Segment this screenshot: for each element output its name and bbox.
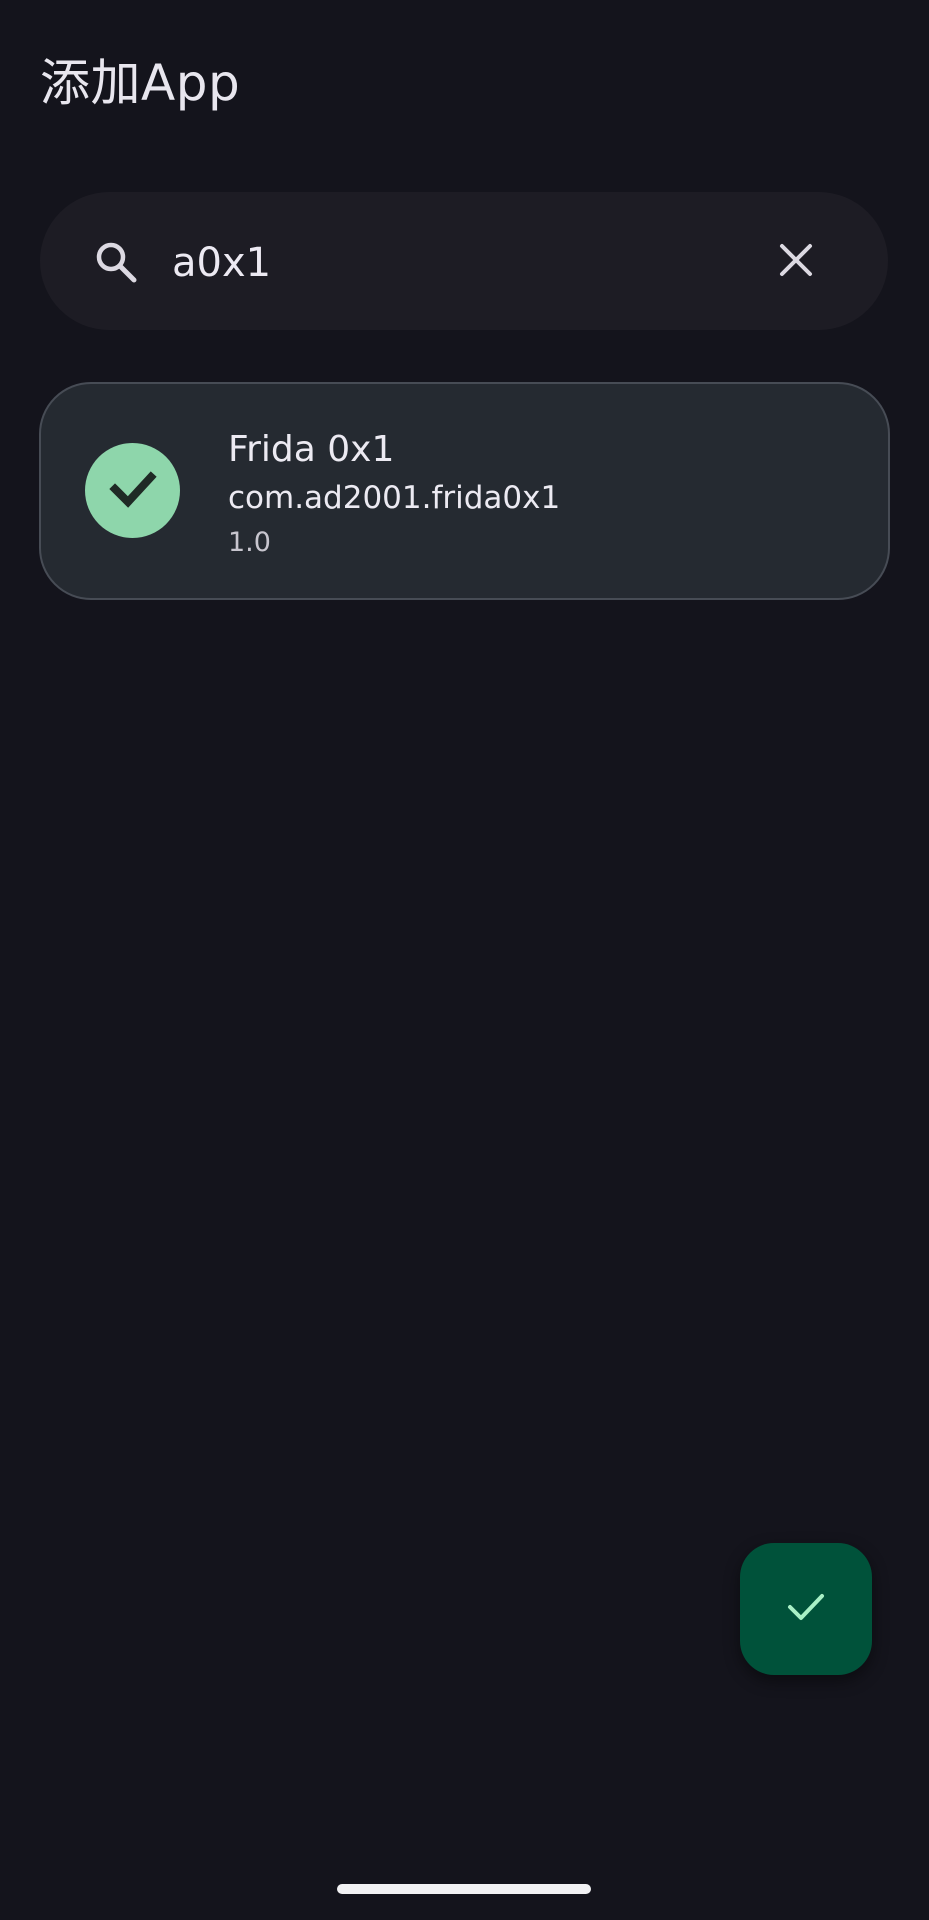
close-icon bbox=[778, 242, 814, 282]
confirm-fab-button[interactable] bbox=[740, 1543, 872, 1675]
search-input[interactable] bbox=[172, 232, 732, 294]
check-icon bbox=[784, 1585, 828, 1633]
selected-check-circle[interactable] bbox=[85, 443, 180, 538]
gesture-nav-handle[interactable] bbox=[337, 1884, 591, 1894]
page-title: 添加App bbox=[40, 54, 241, 112]
app-version: 1.0 bbox=[228, 527, 271, 558]
app-name: Frida 0x1 bbox=[228, 429, 395, 470]
search-icon bbox=[92, 238, 140, 286]
clear-search-button[interactable] bbox=[766, 232, 826, 292]
app-package-name: com.ad2001.frida0x1 bbox=[228, 480, 561, 516]
check-icon bbox=[105, 461, 161, 521]
